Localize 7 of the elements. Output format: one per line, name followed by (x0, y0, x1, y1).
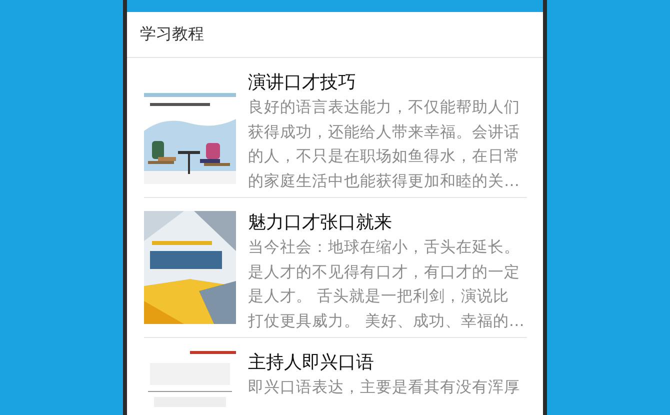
tutorial-description: 即兴口语表达，主要是看其有没有浑厚 (248, 377, 520, 398)
tutorial-title[interactable]: 主持人即兴口语 (248, 351, 520, 375)
section-title: 学习教程 (127, 12, 543, 58)
tutorial-title[interactable]: 魅力口才张口就来 (248, 211, 524, 235)
tutorial-description: 良好的语言表达能力，不仅能帮助人们 获得成功，还能给人带来幸福。会讲话 的人，不只是在职场如鱼得水，在日常 的家庭生活中也能获得更加和睦的关… (248, 97, 520, 192)
tutorial-title[interactable]: 演讲口才技巧 (248, 71, 520, 95)
tutorial-description: 当今社会：地球在缩小，舌头在延长。 是人才的不见得有口才，有口才的一定 是人才。 舌头就是一把利剑，演说比 打仗更具威力。 美好、成功、幸福的… (248, 237, 524, 332)
